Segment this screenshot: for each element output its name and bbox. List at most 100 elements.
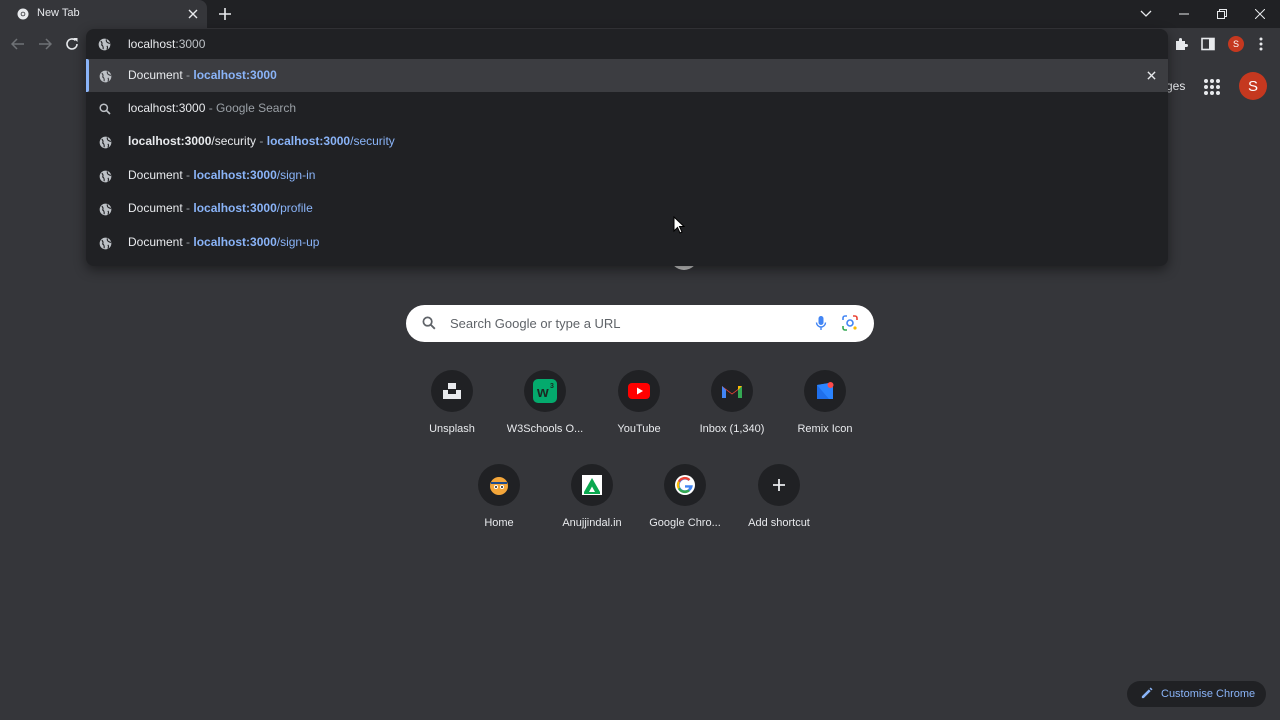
shortcut-label: Remix Icon (797, 423, 853, 435)
omnibox-text: localhost:3000 (128, 37, 205, 51)
reload-icon[interactable] (63, 35, 81, 53)
suggestion-url-bold: localhost:3000 (266, 134, 351, 148)
chrome-menu-icon[interactable] (1251, 34, 1271, 54)
pencil-icon (1141, 687, 1153, 699)
shortcut-anujjindal[interactable]: Anujjindal.in (545, 462, 641, 542)
suggestion-text: localhost:3000 - Google Search (128, 101, 296, 115)
plus-icon (758, 464, 800, 506)
search-placeholder: Search Google or type a URL (450, 316, 621, 331)
tab-title: New Tab (37, 7, 80, 19)
suggestion-separator: - (182, 68, 194, 82)
omnibox-suggestion[interactable]: Document - localhost:3000/sign-up (86, 226, 1168, 259)
suggestion-text: Document - localhost:3000/sign-up (128, 235, 319, 249)
shortcut-label: Add shortcut (748, 517, 810, 529)
suggestion-url-path: /security (350, 134, 395, 148)
shortcut-label: Anujjindal.in (562, 517, 622, 529)
suggestion-text: Document - localhost:3000 (128, 68, 277, 82)
minimize-icon[interactable] (1174, 4, 1194, 24)
suggestion-description: - Google Search (205, 101, 297, 115)
back-arrow-icon[interactable] (9, 35, 27, 53)
suggestion-url: localhost:3000 (193, 68, 277, 82)
shortcut-w3schools[interactable]: w3 W3Schools O... (498, 368, 594, 448)
globe-icon (98, 135, 112, 149)
voice-search-mic-icon[interactable] (812, 314, 830, 332)
profile-avatar-small[interactable]: S (1226, 34, 1246, 54)
avatar: S (1228, 36, 1244, 52)
shortcut-label: Google Chro... (649, 517, 721, 529)
omnibox-suggestion[interactable]: Document - localhost:3000/sign-in (86, 159, 1168, 192)
unsplash-icon (431, 370, 473, 412)
shortcut-label: Home (484, 517, 514, 529)
restore-icon[interactable] (1212, 4, 1232, 24)
shortcut-label: W3Schools O... (506, 423, 584, 435)
tab-new-tab[interactable]: New Tab (0, 0, 207, 28)
suggestion-url-bold: localhost:3000 (193, 235, 277, 249)
shortcut-gmail[interactable]: Inbox (1,340) (685, 368, 781, 448)
omnibox-dropdown: localhost:3000 Document - localhost:3000… (86, 29, 1168, 266)
omnibox-typed-text: localhost (128, 37, 176, 51)
tab-strip: New Tab (0, 0, 1280, 28)
globe-icon (98, 69, 112, 83)
extensions-puzzle-icon[interactable] (1171, 34, 1191, 54)
suggestion-url-bold: localhost:3000 (193, 168, 277, 182)
globe-icon (98, 38, 111, 51)
ntp-search-box[interactable]: Search Google or type a URL (406, 305, 874, 342)
suggestion-title: Document (128, 201, 183, 215)
shortcut-google-chrome[interactable]: Google Chro... (638, 462, 734, 542)
shortcut-label: YouTube (617, 423, 661, 435)
svg-text:3: 3 (550, 383, 554, 390)
suggestion-separator: - (182, 168, 194, 182)
suggestion-title: localhost:3000 (128, 101, 206, 115)
shortcut-label: Inbox (1,340) (699, 423, 765, 435)
images-link[interactable]: ges (1166, 79, 1185, 93)
suggestion-separator: - (182, 235, 194, 249)
suggestion-title: /security (211, 134, 257, 148)
omnibox-inline-autocomplete: :3000 (175, 37, 206, 51)
search-icon (98, 102, 112, 116)
w3schools-icon: w3 (524, 370, 566, 412)
forward-arrow-icon[interactable] (36, 35, 54, 53)
gmail-icon (711, 370, 753, 412)
shortcut-remix-icon[interactable]: Remix Icon (778, 368, 874, 448)
search-icon (422, 316, 436, 330)
omnibox-suggestion[interactable]: Document - localhost:3000/profile (86, 192, 1168, 225)
add-shortcut-button[interactable]: Add shortcut (732, 462, 828, 542)
google-apps-grid-icon[interactable] (1201, 76, 1223, 98)
shortcut-label: Unsplash (429, 423, 475, 435)
globe-icon (98, 202, 112, 216)
mouse-cursor-icon (673, 216, 685, 234)
suggestion-title-bold: localhost:3000 (128, 134, 212, 148)
suggestion-separator: - (256, 134, 267, 148)
globe-icon (98, 236, 112, 250)
shortcut-unsplash[interactable]: Unsplash (405, 368, 501, 448)
account-avatar[interactable]: S (1239, 72, 1267, 100)
suggestion-url-path: /sign-in (276, 168, 316, 182)
omnibox-input[interactable]: localhost:3000 (86, 29, 1168, 59)
tab-close-icon[interactable] (186, 7, 200, 21)
google-icon (664, 464, 706, 506)
selection-indicator (86, 59, 89, 92)
remix-icon (804, 370, 846, 412)
suggestion-url-bold: localhost:3000 (193, 201, 277, 215)
shortcut-home[interactable]: Home (452, 462, 548, 542)
side-panel-icon[interactable] (1198, 34, 1218, 54)
suggestion-url-path: /sign-up (276, 235, 320, 249)
shortcut-youtube[interactable]: YouTube (592, 368, 688, 448)
tab-search-chevron-icon[interactable] (1136, 4, 1156, 24)
globe-icon (98, 169, 112, 183)
omnibox-suggestion[interactable]: localhost:3000 - Google Search (86, 92, 1168, 125)
chrome-icon (17, 8, 29, 20)
suggestion-title: Document (128, 235, 183, 249)
suggestion-separator: - (182, 201, 194, 215)
omnibox-suggestion[interactable]: localhost:3000/security - localhost:3000… (86, 125, 1168, 158)
close-window-icon[interactable] (1250, 4, 1270, 24)
omnibox-suggestion[interactable]: Document - localhost:3000 (86, 59, 1168, 92)
svg-text:w: w (536, 384, 549, 401)
customise-chrome-button[interactable]: Customise Chrome (1127, 681, 1266, 707)
remove-suggestion-close-icon[interactable] (1144, 68, 1158, 82)
new-tab-plus-icon[interactable] (216, 5, 234, 23)
youtube-icon (618, 370, 660, 412)
suggestion-text: localhost:3000/security - localhost:3000… (128, 134, 395, 148)
suggestion-text: Document - localhost:3000/sign-in (128, 168, 315, 182)
google-lens-icon[interactable] (841, 314, 859, 332)
